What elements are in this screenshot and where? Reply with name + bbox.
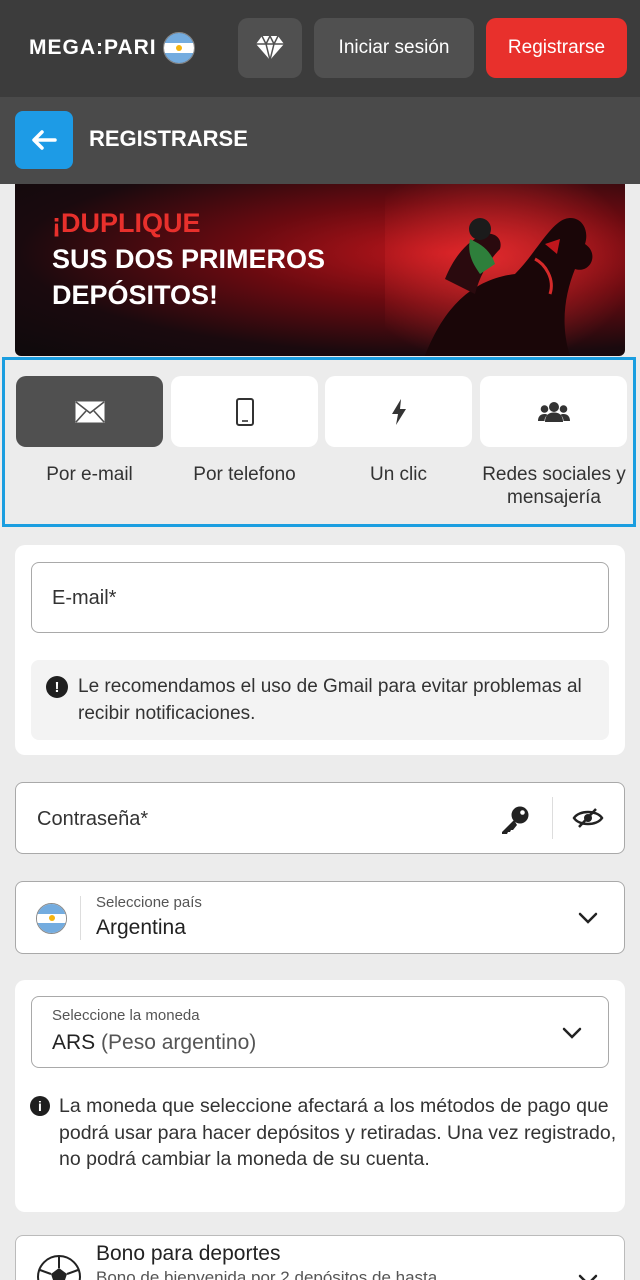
currency-select[interactable]: Seleccione la moneda ARS (Peso argentino… xyxy=(31,996,609,1068)
banner-line-1: ¡DUPLIQUE xyxy=(52,208,201,238)
tab-email[interactable] xyxy=(16,376,163,447)
email-card: E-mail* ! Le recomendamos el uso de Gmai… xyxy=(15,545,625,755)
soccer-ball-icon xyxy=(37,1255,81,1280)
logo-text: MEGA:PARI xyxy=(29,36,157,59)
users-icon xyxy=(537,401,570,422)
argentina-flag-icon xyxy=(162,32,195,64)
back-button[interactable] xyxy=(15,111,73,169)
tab-phone-label: Por telefono xyxy=(193,464,296,485)
info-icon: ! xyxy=(46,676,68,698)
currency-card: Seleccione la moneda ARS (Peso argentino… xyxy=(15,980,625,1212)
register-button[interactable]: Registrarse xyxy=(486,18,627,78)
diamond-icon xyxy=(256,35,284,61)
email-field[interactable]: E-mail* xyxy=(31,562,609,633)
envelope-icon xyxy=(74,400,105,423)
lightning-icon xyxy=(391,398,406,425)
email-placeholder: E-mail* xyxy=(52,587,117,609)
key-icon[interactable] xyxy=(499,805,531,835)
tab-one-click-label: Un clic xyxy=(369,464,427,485)
chevron-down-icon xyxy=(562,1027,582,1039)
bonus-description: Bono de bienvenida por 2 depósitos de ha… xyxy=(96,1268,438,1280)
chevron-down-icon xyxy=(578,1274,598,1280)
page-title: REGISTRARSE xyxy=(89,126,248,151)
phone-icon xyxy=(235,397,254,426)
top-bar: MEGA:PARI Iniciar sesión Registrarse xyxy=(0,0,640,97)
tab-social-label: Redes sociales y mensajería xyxy=(482,464,626,508)
page-header: REGISTRARSE xyxy=(0,97,640,184)
divider xyxy=(552,797,553,839)
logo[interactable]: MEGA:PARI xyxy=(29,32,195,64)
registration-method-tabs: Por e-mail Por telefono Un clic Redes so… xyxy=(2,357,636,527)
country-select[interactable]: Seleccione país Argentina xyxy=(15,881,625,954)
currency-hint-text: La moneda que seleccione afectará a los … xyxy=(59,1095,617,1170)
arrow-left-icon xyxy=(32,130,57,150)
bonus-select[interactable]: Bono para deportes Bono de bienvenida po… xyxy=(15,1235,625,1280)
currency-code: ARS xyxy=(52,1031,96,1054)
country-value: Argentina xyxy=(96,916,186,939)
currency-value: ARS (Peso argentino) xyxy=(52,1031,256,1055)
argentina-flag-icon xyxy=(36,903,67,934)
divider xyxy=(80,896,81,940)
chevron-down-icon xyxy=(578,912,598,924)
bonus-title: Bono para deportes xyxy=(96,1242,281,1265)
login-button[interactable]: Iniciar sesión xyxy=(314,18,474,78)
tab-one-click[interactable] xyxy=(325,376,472,447)
tab-social[interactable] xyxy=(480,376,627,447)
eye-off-icon[interactable] xyxy=(572,807,604,829)
country-label: Seleccione país xyxy=(96,894,202,911)
password-field[interactable]: Contraseña* xyxy=(15,782,625,854)
promo-banner[interactable]: ¡DUPLIQUE SUS DOS PRIMEROS DEPÓSITOS! xyxy=(15,184,625,356)
tab-phone[interactable] xyxy=(171,376,318,447)
currency-label: Seleccione la moneda xyxy=(52,1007,200,1024)
vip-diamond-button[interactable] xyxy=(238,18,302,78)
banner-line-2: SUS DOS PRIMEROS xyxy=(52,244,326,274)
email-hint: ! Le recomendamos el uso de Gmail para e… xyxy=(31,660,609,740)
banner-line-3: DEPÓSITOS! xyxy=(52,280,219,310)
currency-name: (Peso argentino) xyxy=(101,1031,257,1054)
email-hint-text: Le recomendamos el uso de Gmail para evi… xyxy=(78,676,582,724)
jockey-horse-image xyxy=(385,184,625,356)
info-icon: i xyxy=(30,1096,50,1116)
tab-email-label: Por e-mail xyxy=(46,464,133,485)
password-placeholder: Contraseña* xyxy=(37,808,149,830)
